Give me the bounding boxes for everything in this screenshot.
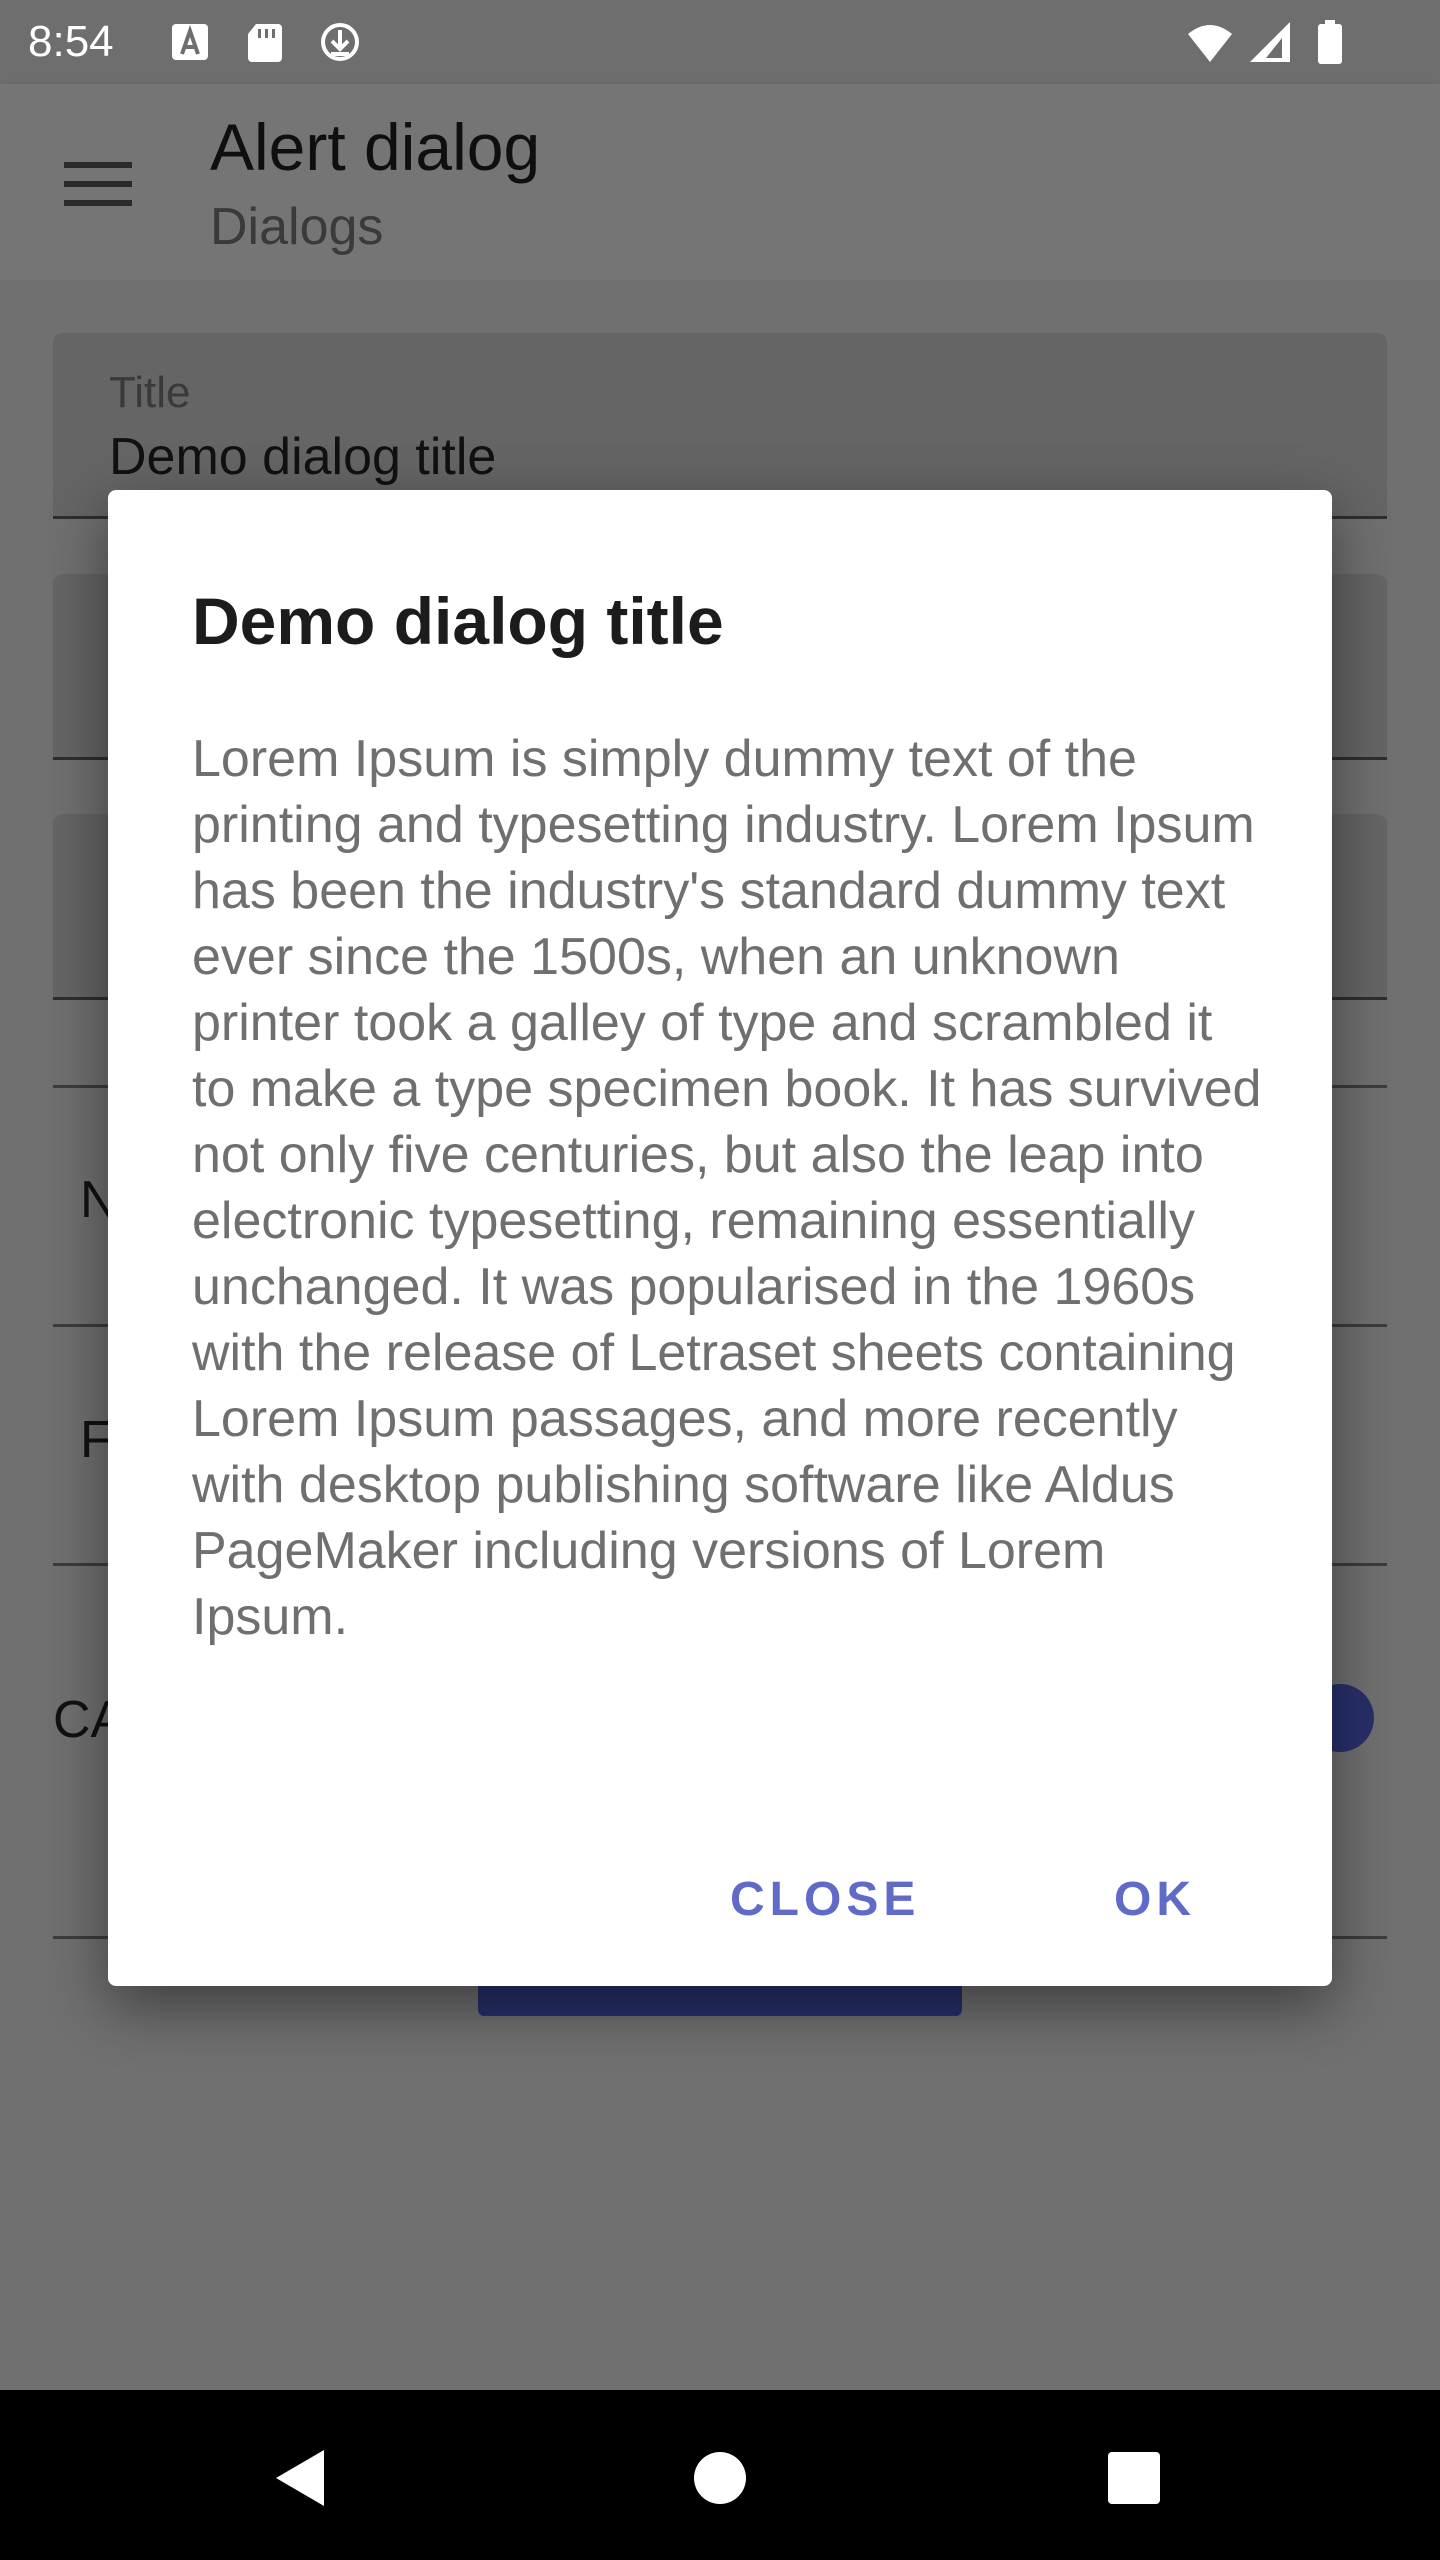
status-time: 8:54	[28, 17, 114, 66]
recents-icon[interactable]	[1094, 2438, 1174, 2518]
home-icon[interactable]	[680, 2438, 760, 2518]
row-label-f: F	[80, 1411, 112, 1469]
wifi-icon	[1188, 25, 1232, 62]
app-bar: Alert dialog Dialogs	[0, 84, 1440, 280]
title-field-value: Demo dialog title	[109, 428, 497, 486]
ok-button[interactable]: OK	[1114, 1870, 1196, 1930]
alert-dialog: Demo dialog title Lorem Ipsum is simply …	[108, 490, 1332, 1986]
battery-icon	[1318, 20, 1342, 64]
page-subtitle: Dialogs	[210, 198, 384, 256]
a-notification-icon	[172, 24, 208, 60]
page-title: Alert dialog	[210, 110, 541, 184]
navigation-bar	[0, 2390, 1440, 2560]
cellular-signal-icon	[1250, 22, 1290, 62]
close-button[interactable]: CLOSE	[730, 1870, 920, 1930]
dialog-title: Demo dialog title	[192, 584, 724, 658]
download-icon	[321, 23, 359, 61]
dialog-message: Lorem Ipsum is simply dummy text of the …	[192, 730, 1262, 1646]
sd-card-icon	[248, 24, 282, 62]
menu-icon[interactable]	[60, 154, 136, 214]
back-icon[interactable]	[262, 2438, 342, 2518]
status-bar: 8:54	[0, 0, 1440, 84]
title-field-label: Title	[109, 368, 191, 417]
